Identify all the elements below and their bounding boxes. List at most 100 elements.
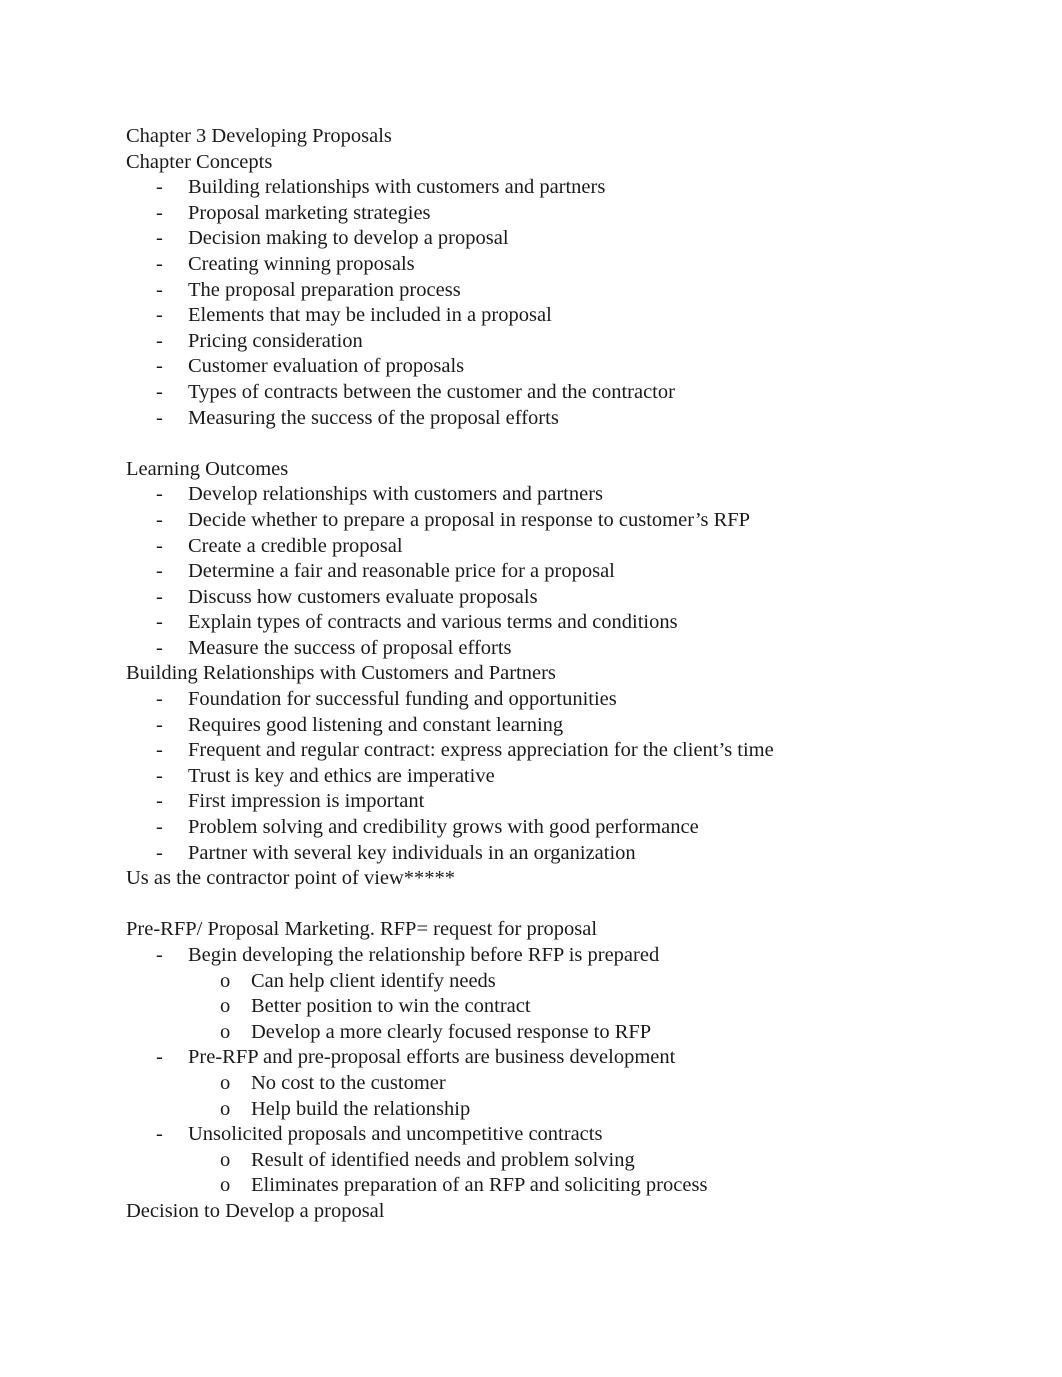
section-heading: Decision to Develop a proposal: [126, 1199, 385, 1222]
list-item-text: Problem solving and credibility grows wi…: [188, 816, 699, 839]
list-item: - Elements that may be included in a prop…: [126, 303, 986, 329]
list-item-text: Partner with several key individuals in …: [188, 841, 636, 864]
sub-list-item-text: Help build the relationship: [251, 1097, 471, 1120]
list-item: - The proposal preparation process: [126, 278, 986, 304]
list-item: - Building relationships with customers a…: [126, 175, 986, 201]
list-item-text: Measuring the success of the proposal ef…: [188, 406, 559, 429]
dash-bullet-icon: -: [156, 1123, 163, 1146]
list-item-text: Pricing consideration: [188, 329, 363, 352]
dash-bullet-icon: -: [156, 483, 163, 506]
dash-bullet-icon: -: [156, 252, 163, 275]
list-item: - Decide whether to prepare a proposal in…: [126, 508, 986, 534]
dash-bullet-icon: -: [156, 176, 163, 199]
dash-bullet-icon: -: [156, 713, 163, 736]
list-item-text: Trust is key and ethics are imperative: [188, 764, 495, 787]
circle-bullet-icon: o: [220, 1148, 231, 1171]
dash-bullet-icon: -: [156, 201, 163, 224]
sub-list-item-text: Develop a more clearly focused response …: [251, 1020, 652, 1043]
list-item: - First impression is important: [126, 789, 986, 815]
list-item-text: Decision making to develop a proposal: [188, 227, 509, 250]
list-item: - Proposal marketing strategies: [126, 201, 986, 227]
list-item-text: Create a credible proposal: [188, 534, 403, 557]
list-item-text: The proposal preparation process: [188, 278, 461, 301]
dash-bullet-icon: -: [156, 534, 163, 557]
dash-bullet-icon: -: [156, 304, 163, 327]
list-item: - Pricing consideration: [126, 329, 986, 355]
list-item: - Problem solving and credibility grows w…: [126, 815, 986, 841]
sub-list-item: o Help build the relationship: [126, 1097, 986, 1123]
dash-bullet-icon: -: [156, 508, 163, 531]
list-item: - Trust is key and ethics are imperative: [126, 764, 986, 790]
sub-list-item: o Better position to win the contract: [126, 994, 986, 1020]
list-item-text: Develop relationships with customers and…: [188, 483, 604, 506]
dash-bullet-icon: -: [156, 764, 163, 787]
list-item-text: First impression is important: [188, 790, 425, 813]
list-item-text: Decide whether to prepare a proposal in …: [188, 508, 751, 531]
document-page: Chapter 3 Developing Proposals Chapter C…: [126, 124, 986, 1225]
dash-bullet-icon: -: [156, 560, 163, 583]
list-item: - Measuring the success of the proposal e…: [126, 406, 986, 432]
circle-bullet-icon: o: [220, 1174, 231, 1197]
list-item-text: Requires good listening and constant lea…: [188, 713, 564, 736]
list-item: - Measure the success of proposal efforts: [126, 636, 986, 662]
list-item-text: Types of contracts between the customer …: [188, 380, 675, 403]
document-title: Chapter 3 Developing Proposals: [126, 125, 392, 147]
sub-list-item-text: No cost to the customer: [251, 1071, 446, 1094]
sub-list-item: o Result of identified needs and problem …: [126, 1148, 986, 1174]
list-item-text: Unsolicited proposals and uncompetitive …: [188, 1123, 603, 1146]
list-item: - Types of contracts between the customer…: [126, 380, 986, 406]
dash-bullet-icon: -: [156, 841, 163, 864]
section-heading: Learning Outcomes: [126, 457, 289, 480]
list-item: - Create a credible proposal: [126, 534, 986, 560]
section-heading: Chapter Concepts: [126, 150, 273, 173]
list-item-text: Measure the success of proposal efforts: [188, 636, 512, 659]
dash-bullet-icon: -: [156, 636, 163, 659]
list-item: - Requires good listening and constant le…: [126, 713, 986, 739]
dash-bullet-icon: -: [156, 611, 163, 634]
list-item-text: Frequent and regular contract: express a…: [188, 739, 774, 762]
list-item: - Foundation for successful funding and o…: [126, 687, 986, 713]
list-item: - Pre-RFP and pre-proposal efforts are bu…: [126, 1045, 986, 1071]
list-item: - Creating winning proposals: [126, 252, 986, 278]
dash-bullet-icon: -: [156, 585, 163, 608]
dash-bullet-icon: -: [156, 278, 163, 301]
dash-bullet-icon: -: [156, 790, 163, 813]
list-item-text: Elements that may be included in a propo…: [188, 304, 552, 327]
sub-list-item: o Develop a more clearly focused response…: [126, 1020, 986, 1046]
list-item: - Begin developing the relationship befor…: [126, 943, 986, 969]
dash-bullet-icon: -: [156, 380, 163, 403]
dash-bullet-icon: -: [156, 688, 163, 711]
sub-list-item-text: Better position to win the contract: [251, 995, 531, 1018]
dash-bullet-icon: -: [156, 355, 163, 378]
section-heading: Pre-RFP/ Proposal Marketing. RFP= reques…: [126, 918, 598, 941]
sub-list-item-text: Result of identified needs and problem s…: [251, 1148, 635, 1171]
list-item: - Explain types of contracts and various …: [126, 610, 986, 636]
list-item-text: Begin developing the relationship before…: [188, 944, 660, 966]
dash-bullet-icon: -: [156, 944, 163, 966]
dash-bullet-icon: -: [156, 406, 163, 429]
list-item-text: Pre-RFP and pre-proposal efforts are bus…: [188, 1046, 676, 1069]
dash-bullet-icon: -: [156, 739, 163, 762]
circle-bullet-icon: o: [220, 1020, 231, 1043]
dash-bullet-icon: -: [156, 329, 163, 352]
section-heading: Building Relationships with Customers an…: [126, 662, 556, 685]
circle-bullet-icon: o: [220, 969, 231, 992]
dash-bullet-icon: -: [156, 227, 163, 250]
list-item-text: Foundation for successful funding and op…: [188, 688, 617, 711]
dash-bullet-icon: -: [156, 816, 163, 839]
list-item: - Partner with several key individuals in…: [126, 841, 986, 867]
list-item: - Discuss how customers evaluate proposal…: [126, 585, 986, 611]
sub-list-item: o No cost to the customer: [126, 1071, 986, 1097]
sub-list-item-text: Can help client identify needs: [251, 969, 496, 992]
list-item-text: Discuss how customers evaluate proposals: [188, 585, 538, 608]
list-item-text: Building relationships with customers an…: [188, 176, 606, 199]
circle-bullet-icon: o: [220, 1097, 231, 1120]
list-item-text: Explain types of contracts and various t…: [188, 611, 678, 634]
list-item: - Frequent and regular contract: express …: [126, 738, 986, 764]
list-item-text: Proposal marketing strategies: [188, 201, 431, 224]
list-item: - Unsolicited proposals and uncompetitive…: [126, 1122, 986, 1148]
list-item: - Decision making to develop a proposal: [126, 226, 986, 252]
list-item-text: Customer evaluation of proposals: [188, 355, 465, 378]
list-item-text: Creating winning proposals: [188, 252, 415, 275]
